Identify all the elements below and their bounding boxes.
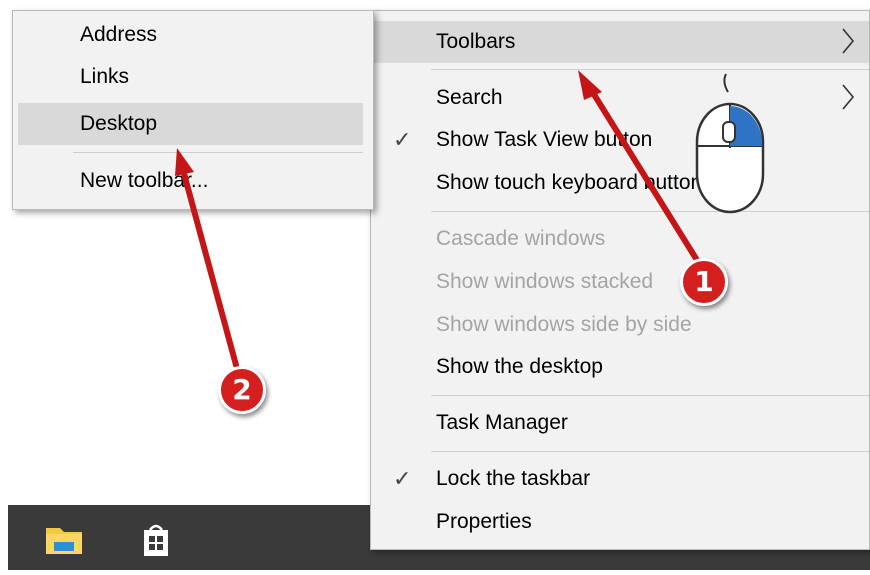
menu-item-label: Search [436,86,503,109]
menu-item-lock-the-taskbar[interactable]: ✓ Lock the taskbar [371,458,869,500]
menu-item-label: Show windows stacked [436,270,654,293]
step-badge-1: 1 [680,258,728,306]
menu-separator [431,395,869,396]
submenu-item-new-toolbar[interactable]: New toolbar... [13,160,373,202]
menu-item-show-the-desktop[interactable]: Show the desktop [371,346,869,388]
menu-item-cascade-windows[interactable]: Cascade windows [371,218,869,260]
taskbar-context-menu: Toolbars Search ✓ Show Task View button … [370,10,870,550]
menu-item-task-manager[interactable]: Task Manager [371,402,869,444]
menu-item-label: Show Task View button [436,128,653,151]
menu-item-label: New toolbar... [80,169,209,192]
menu-item-show-windows-side-by-side[interactable]: Show windows side by side [371,304,869,346]
menu-item-label: Show the desktop [436,355,603,378]
menu-separator [431,211,869,212]
step-badge-2: 2 [218,366,266,414]
menu-item-label: Properties [436,510,532,533]
file-explorer-icon[interactable] [44,522,84,558]
menu-item-label: Cascade windows [436,227,606,250]
menu-item-label: Links [80,65,130,88]
menu-item-properties[interactable]: Properties [371,501,869,543]
menu-item-show-windows-stacked[interactable]: Show windows stacked [371,261,869,303]
menu-item-show-task-view-button[interactable]: ✓ Show Task View button [371,119,869,161]
menu-item-label: Show windows side by side [436,313,692,336]
submenu-item-links[interactable]: Links [13,56,373,98]
menu-item-toolbars[interactable]: Toolbars [371,21,869,63]
submenu-item-address[interactable]: Address [13,14,373,56]
menu-item-label: Desktop [80,112,158,135]
menu-item-label: Toolbars [436,30,516,53]
menu-item-label: Address [80,23,158,46]
menu-separator [431,69,869,70]
menu-item-label: Task Manager [436,411,568,434]
toolbars-submenu: Address Links Desktop New toolbar... [12,10,374,210]
store-icon[interactable] [136,522,176,558]
menu-item-label: Lock the taskbar [436,467,591,490]
chevron-right-icon [842,84,855,110]
submenu-item-desktop[interactable]: Desktop [18,103,363,145]
menu-item-show-touch-keyboard-button[interactable]: Show touch keyboard button [371,162,869,204]
checkmark-icon: ✓ [393,127,412,152]
checkmark-icon: ✓ [393,466,412,491]
chevron-right-icon [842,28,855,54]
menu-item-search[interactable]: Search [371,77,869,119]
menu-item-label: Show touch keyboard button [436,171,703,194]
menu-separator [431,451,869,452]
menu-separator [73,152,363,153]
